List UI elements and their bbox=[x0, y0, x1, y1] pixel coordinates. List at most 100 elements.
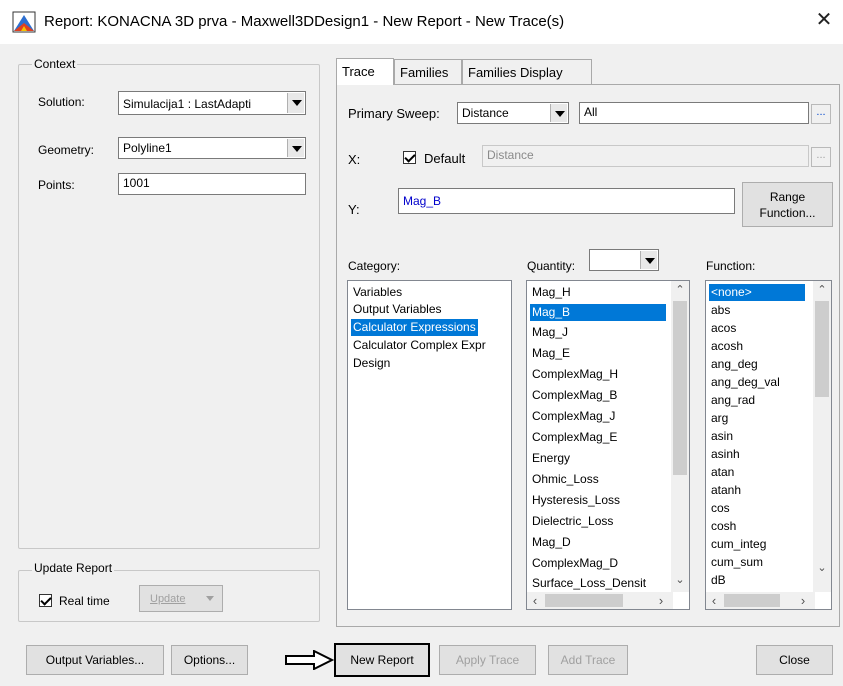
arrow-right-icon bbox=[285, 650, 334, 670]
primary-sweep-range[interactable]: All bbox=[579, 102, 809, 124]
list-item[interactable]: ComplexMag_E bbox=[530, 429, 619, 446]
x-label: X: bbox=[348, 152, 361, 167]
solution-value: Simulacija1 : LastAdapti bbox=[123, 97, 252, 111]
list-item[interactable]: ComplexMag_D bbox=[530, 555, 620, 572]
output-variables-button[interactable]: Output Variables... bbox=[26, 645, 164, 675]
quantity-list[interactable]: Mag_H Mag_B Mag_J Mag_E ComplexMag_H Com… bbox=[526, 280, 690, 610]
report-app-icon bbox=[12, 11, 36, 33]
list-item[interactable]: Ohmic_Loss bbox=[530, 471, 601, 488]
context-legend: Context bbox=[32, 57, 78, 71]
list-item[interactable]: Output Variables bbox=[351, 301, 444, 318]
window-title: Report: KONACNA 3D prva - Maxwell3DDesig… bbox=[44, 13, 565, 30]
realtime-checkbox[interactable] bbox=[39, 594, 52, 607]
solution-select[interactable]: Simulacija1 : LastAdapti bbox=[118, 91, 306, 115]
list-item[interactable]: acos bbox=[709, 320, 738, 337]
list-item[interactable]: Calculator Complex Expr bbox=[351, 337, 488, 354]
list-item[interactable]: ComplexMag_J bbox=[530, 408, 617, 425]
list-item[interactable]: asinh bbox=[709, 446, 742, 463]
list-item[interactable]: ang_rad bbox=[709, 392, 757, 409]
x-value-field: Distance bbox=[482, 145, 809, 167]
close-button[interactable]: Close bbox=[756, 645, 833, 675]
quantity-vscrollbar[interactable]: ⌃ ⌄ bbox=[671, 281, 689, 592]
list-item[interactable]: atanh bbox=[709, 482, 743, 499]
scroll-up-icon[interactable]: ⌃ bbox=[671, 283, 689, 296]
x-default-checkbox[interactable] bbox=[403, 151, 416, 164]
tab-families-display[interactable]: Families Display bbox=[462, 59, 592, 84]
apply-trace-button: Apply Trace bbox=[439, 645, 536, 675]
scroll-thumb[interactable] bbox=[673, 301, 687, 475]
list-item[interactable]: Surface_Loss_Densit bbox=[530, 575, 648, 592]
geometry-select[interactable]: Polyline1 bbox=[118, 137, 306, 159]
tab-families[interactable]: Families bbox=[394, 59, 462, 84]
list-item[interactable]: asin bbox=[709, 428, 735, 445]
update-report-legend: Update Report bbox=[32, 561, 115, 575]
scroll-right-icon[interactable]: › bbox=[655, 593, 667, 608]
range-function-line1: Range bbox=[769, 190, 806, 204]
category-label: Category: bbox=[348, 259, 401, 273]
close-icon[interactable]: ✕ bbox=[812, 9, 836, 33]
category-list[interactable]: Variables Output Variables Calculator Ex… bbox=[347, 280, 512, 610]
list-item[interactable]: Variables bbox=[351, 284, 404, 301]
update-button-label: Update bbox=[150, 593, 186, 605]
scroll-thumb[interactable] bbox=[724, 594, 780, 607]
list-item[interactable]: ComplexMag_H bbox=[530, 366, 620, 383]
range-function-line2: Function... bbox=[759, 206, 816, 220]
list-item[interactable]: ang_deg bbox=[709, 356, 760, 373]
scroll-right-icon[interactable]: › bbox=[797, 593, 809, 608]
function-list[interactable]: <none> abs acos acosh ang_deg ang_deg_va… bbox=[705, 280, 832, 610]
list-item[interactable]: cum_sum bbox=[709, 554, 765, 571]
list-item[interactable]: dB bbox=[709, 572, 728, 589]
list-item[interactable]: Energy bbox=[530, 450, 572, 467]
x-ellipsis-button: ... bbox=[811, 147, 831, 167]
scroll-thumb[interactable] bbox=[815, 301, 829, 397]
list-item[interactable]: Design bbox=[351, 355, 392, 372]
primary-sweep-select[interactable]: Distance bbox=[457, 102, 569, 124]
list-item[interactable]: Mag_E bbox=[530, 345, 572, 362]
list-item[interactable]: atan bbox=[709, 464, 736, 481]
chevron-down-icon[interactable] bbox=[640, 251, 657, 269]
y-expression-input[interactable]: Mag_B bbox=[398, 188, 735, 214]
scroll-up-icon[interactable]: ⌃ bbox=[813, 283, 831, 296]
chevron-down-icon[interactable] bbox=[287, 93, 304, 113]
realtime-label: Real time bbox=[59, 594, 110, 608]
function-label: Function: bbox=[706, 259, 756, 273]
list-item[interactable]: arg bbox=[709, 410, 730, 427]
list-item[interactable]: acosh bbox=[709, 338, 745, 355]
function-hscrollbar[interactable]: ‹ › bbox=[706, 592, 815, 609]
scroll-left-icon[interactable]: ‹ bbox=[529, 593, 541, 608]
primary-sweep-value: Distance bbox=[462, 106, 509, 120]
new-report-button[interactable]: New Report bbox=[334, 643, 430, 677]
title-bar: Report: KONACNA 3D prva - Maxwell3DDesig… bbox=[0, 0, 843, 44]
list-item[interactable]: Mag_B bbox=[530, 304, 666, 321]
list-item[interactable]: Mag_J bbox=[530, 324, 570, 341]
list-item[interactable]: cos bbox=[709, 500, 732, 517]
dropdown-arrow-icon bbox=[206, 596, 214, 601]
list-item[interactable]: Calculator Expressions bbox=[351, 319, 478, 336]
list-item[interactable]: cum_integ bbox=[709, 536, 768, 553]
quantity-hscrollbar[interactable]: ‹ › bbox=[527, 592, 673, 609]
quantity-filter-select[interactable] bbox=[589, 249, 659, 271]
points-input[interactable]: 1001 bbox=[118, 173, 306, 195]
list-item[interactable]: ang_deg_val bbox=[709, 374, 782, 391]
list-item[interactable]: ComplexMag_B bbox=[530, 387, 619, 404]
list-item[interactable]: Hysteresis_Loss bbox=[530, 492, 622, 509]
list-item[interactable]: cosh bbox=[709, 518, 738, 535]
function-vscrollbar[interactable]: ⌃ ⌄ bbox=[813, 281, 831, 592]
list-item[interactable]: <none> bbox=[709, 284, 805, 301]
list-item[interactable]: Mag_H bbox=[530, 284, 666, 301]
tab-trace[interactable]: Trace bbox=[336, 58, 394, 85]
list-item[interactable]: Dielectric_Loss bbox=[530, 513, 615, 530]
y-label: Y: bbox=[348, 202, 360, 217]
scroll-down-icon[interactable]: ⌄ bbox=[671, 573, 689, 586]
scroll-thumb[interactable] bbox=[545, 594, 623, 607]
list-item[interactable]: abs bbox=[709, 302, 732, 319]
options-button[interactable]: Options... bbox=[171, 645, 248, 675]
primary-sweep-ellipsis-button[interactable]: ... bbox=[811, 104, 831, 124]
chevron-down-icon[interactable] bbox=[550, 104, 567, 122]
range-function-button[interactable]: Range Function... bbox=[742, 182, 833, 227]
list-item[interactable]: Mag_D bbox=[530, 534, 573, 551]
scroll-left-icon[interactable]: ‹ bbox=[708, 593, 720, 608]
chevron-down-icon[interactable] bbox=[287, 139, 304, 157]
scroll-down-icon[interactable]: ⌄ bbox=[813, 561, 831, 574]
add-trace-button: Add Trace bbox=[548, 645, 628, 675]
